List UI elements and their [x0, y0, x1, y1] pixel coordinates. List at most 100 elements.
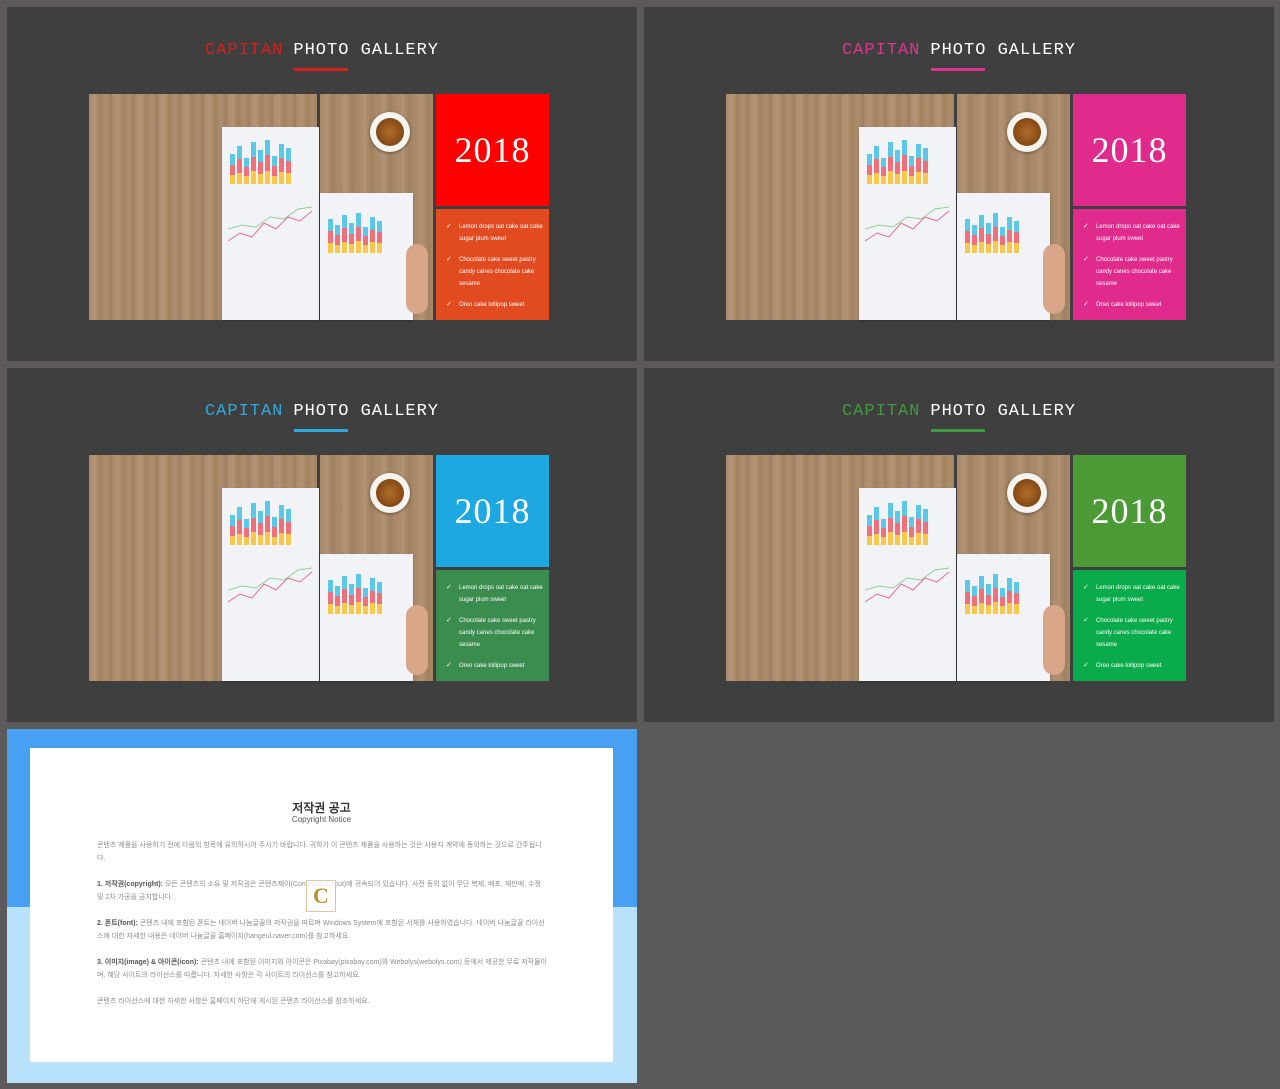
mini-bar [1014, 221, 1019, 253]
bar-segment [230, 164, 235, 175]
slide-3[interactable]: CAPITAN PHOTO GALLERY 2018 Lemon drops oa… [7, 368, 637, 722]
bar-segment [377, 232, 382, 244]
bar-segment [335, 586, 340, 596]
bar-segment [342, 215, 347, 229]
mini-bar [867, 154, 872, 184]
bar-segment [349, 605, 354, 614]
list-item: Lemon drops oat cake oat cake sugar plum… [1083, 582, 1180, 606]
mini-bar [335, 225, 340, 253]
bar-segment [244, 537, 249, 545]
bar-segment [902, 501, 907, 517]
bar-segment [328, 219, 333, 231]
bar-segment [370, 603, 375, 614]
bar-segment [979, 576, 984, 590]
watermark-logo: C [306, 880, 336, 912]
bar-segment [244, 528, 249, 538]
bar-segment [272, 536, 277, 545]
mini-bar [237, 146, 242, 184]
bar-segment [251, 532, 256, 545]
chart-paper [859, 488, 956, 681]
title-accent-word: CAPITAN [841, 41, 921, 60]
mini-bar [1007, 578, 1012, 614]
bar-segment [1014, 593, 1019, 605]
bar-segment [258, 522, 263, 535]
bar-segment [986, 605, 991, 614]
slide-2[interactable]: CAPITAN PHOTO GALLERY 2018 Lemon drops oa… [644, 7, 1274, 361]
bar-segment [1014, 232, 1019, 244]
slide-4[interactable]: CAPITAN PHOTO GALLERY 2018 Lemon drops oa… [644, 368, 1274, 722]
bar-segment [1007, 578, 1012, 591]
bar-segment [923, 173, 928, 184]
bar-segment [1000, 597, 1005, 607]
mini-bar [923, 509, 928, 545]
bar-segment [867, 536, 872, 545]
bar-segment [356, 588, 361, 602]
list-item: Oreo cake lollipop sweet [446, 299, 543, 311]
mini-bar [363, 588, 368, 614]
mini-bar [342, 576, 347, 614]
mini-bar [965, 580, 970, 614]
mini-bar [874, 507, 879, 545]
bar-segment [888, 517, 893, 533]
bar-segment [902, 140, 907, 156]
bar-segment [867, 525, 872, 536]
bar-segment [258, 534, 263, 545]
chart-paper [222, 127, 319, 320]
mini-bar [230, 515, 235, 545]
title-accent-word: CAPITAN [841, 402, 921, 421]
bar-segment [986, 244, 991, 253]
bar-segment [867, 515, 872, 526]
bar-segment [370, 229, 375, 243]
bar-segment [349, 584, 354, 595]
photo-desk-right [957, 94, 1070, 320]
mini-bar [916, 505, 921, 545]
mini-bar [888, 503, 893, 545]
bar-segment [349, 594, 354, 605]
mini-bar [965, 219, 970, 253]
mini-bar [902, 140, 907, 184]
bar-segment [370, 242, 375, 253]
list-item: Oreo cake lollipop sweet [446, 660, 543, 672]
mini-bar [972, 225, 977, 253]
bar-segment [237, 172, 242, 184]
mini-bar [356, 574, 361, 614]
bar-segment [272, 175, 277, 184]
mini-bar [328, 219, 333, 253]
bar-segment [279, 519, 284, 533]
bar-segment [356, 227, 361, 241]
bar-segment [335, 595, 340, 606]
mini-bar [986, 584, 991, 614]
bar-segment [888, 503, 893, 518]
title-underline [931, 68, 985, 71]
bar-segment [972, 586, 977, 596]
bar-segment [1000, 245, 1005, 253]
title-accent-word: CAPITAN [204, 41, 284, 60]
bar-segment [265, 516, 270, 532]
bar-segment [258, 161, 263, 174]
chart-paper [957, 193, 1050, 320]
bar-segment [1014, 243, 1019, 253]
bar-segment [265, 155, 270, 171]
title-rest: PHOTO GALLERY [930, 402, 1077, 421]
bar-segment [356, 241, 361, 253]
bar-segment [874, 533, 879, 545]
mini-bar [286, 148, 291, 184]
bar-segment [965, 242, 970, 253]
bar-segment [972, 234, 977, 245]
bar-segment [916, 172, 921, 184]
mini-bar [888, 142, 893, 184]
title-rest: PHOTO GALLERY [293, 41, 440, 60]
bar-segment [888, 171, 893, 184]
mini-bar [867, 515, 872, 545]
bar-segment [986, 223, 991, 234]
feature-list: Lemon drops oat cake oat cake sugar plum… [1073, 209, 1186, 320]
mini-bar [272, 517, 277, 545]
list-item: Lemon drops oat cake oat cake sugar plum… [1083, 221, 1180, 245]
mini-bar [335, 586, 340, 614]
mini-bar [895, 150, 900, 184]
mini-bar [230, 154, 235, 184]
hand [1043, 244, 1065, 314]
mini-bar [279, 144, 284, 184]
bar-segment [328, 242, 333, 253]
slide-1[interactable]: CAPITAN PHOTO GALLERY 2018 Lemon drops oa… [7, 7, 637, 361]
